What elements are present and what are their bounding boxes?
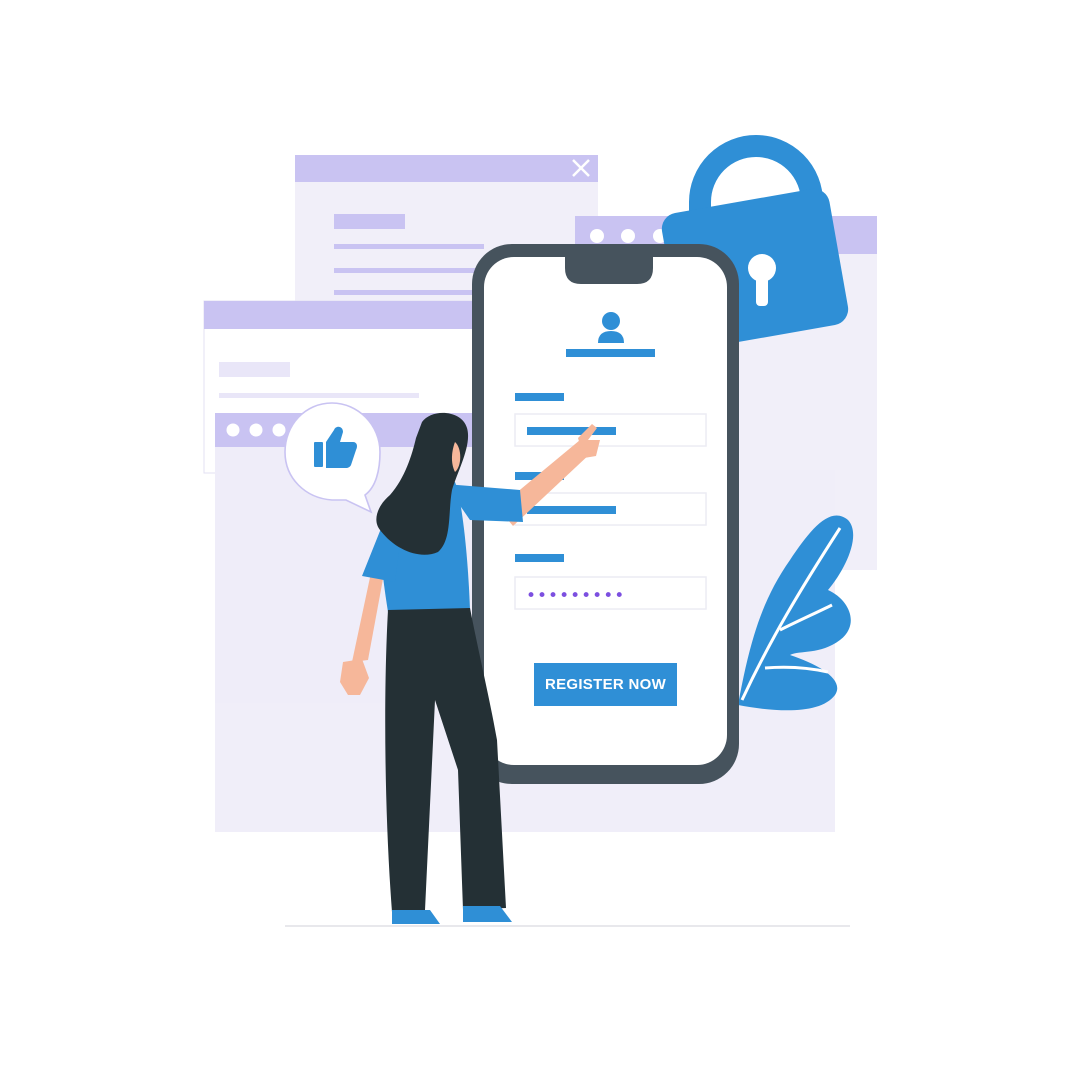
form-title-bar [566, 349, 655, 357]
field-label-3 [515, 554, 564, 562]
field-label-1 [515, 393, 564, 401]
password-mask: ••••••••• [526, 586, 625, 606]
register-now-button[interactable]: REGISTER NOW [534, 663, 677, 706]
illustration-canvas: ••••••••• [203, 135, 877, 927]
input-value-2 [527, 506, 616, 514]
input-value-1 [527, 427, 616, 435]
illustration-scene: ••••••••• REGISTER NOW [0, 0, 1080, 1080]
